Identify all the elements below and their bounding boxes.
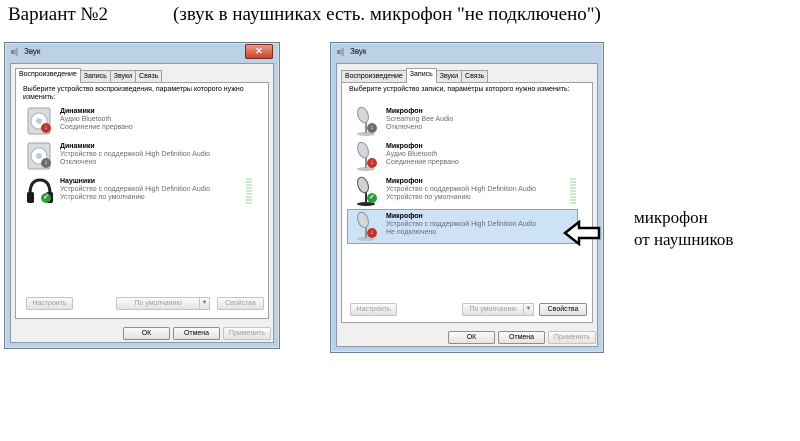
device-row[interactable]: ↓ Динамики Аудио Bluetooth Соединение пр… [22,105,254,138]
device-driver: Устройство с поддержкой High Definition … [386,221,537,228]
microphone-icon [357,176,375,206]
tab-panel: Выберите устройство воспроизведения, пар… [15,82,269,319]
device-name: Микрофон [386,213,423,220]
device-row[interactable]: ✓ Наушники Устройство с поддержкой High … [22,175,254,208]
device-driver: Аудио Bluetooth [60,116,112,123]
apply-button[interactable]: Применить [223,327,271,340]
red-disconnected-badge: ↓ [367,228,377,238]
red-disconnected-badge: ↓ [367,158,377,168]
close-button[interactable]: ✕ [245,44,273,59]
sound-dialog-playback: Звук ✕ Воспроизведение Запись Звуки Связ… [4,42,280,349]
device-name: Микрофон [386,108,423,115]
callout-line-2: от наушников [634,230,734,249]
prompt-text: Выберите устройство записи, параметры ко… [349,86,570,93]
prompt-text: Выберите устройство воспроизведения, пар… [23,86,244,101]
device-status: Отключено [386,124,423,131]
title-bar[interactable]: Звук [331,43,603,63]
tab-strip: Воспроизведение Запись Звуки Связь [341,68,489,83]
microphone-icon [357,141,375,171]
dialog-client: Воспроизведение Запись Звуки Связь Выбер… [336,63,598,347]
cancel-button[interactable]: Отмена [498,331,545,344]
microphone-icon [357,106,375,136]
device-status: Соединение прервано [386,159,459,166]
device-list[interactable]: ↓ Микрофон Screaming Bee Audio Отключено… [347,105,586,289]
properties-button[interactable]: Свойства [217,297,264,310]
green-check-badge: ✓ [41,193,51,203]
properties-button[interactable]: Свойства [539,303,587,316]
device-driver: Screaming Bee Audio [386,116,454,123]
red-disconnected-badge: ↓ [41,123,51,133]
level-meter [570,178,576,205]
device-status: Не подключено [386,229,437,236]
device-list[interactable]: ↓ Динамики Аудио Bluetooth Соединение пр… [22,105,262,285]
cancel-button[interactable]: Отмена [173,327,220,340]
window-title: Звук [24,47,41,56]
device-name: Динамики [60,108,95,115]
set-default-button[interactable]: По умолчанию [462,303,524,316]
gray-disabled-badge: ↓ [367,123,377,133]
tab-playback[interactable]: Воспроизведение [15,68,81,83]
configure-button[interactable]: Настроить [350,303,397,316]
tab-recording[interactable]: Запись [405,68,437,83]
speaker-icon [27,107,51,135]
speaker-icon [27,142,51,170]
green-check-badge: ✓ [367,193,377,203]
dialog-client: Воспроизведение Запись Звуки Связь Выбер… [10,63,274,343]
device-name: Наушники [60,178,96,185]
window-title: Звук [350,47,367,56]
device-row[interactable]: ↓ Микрофон Screaming Bee Audio Отключено [348,105,578,138]
note-heading: (звук в наушниках есть. микрофон "не под… [173,4,601,25]
gray-disabled-badge: ↓ [41,158,51,168]
apply-button[interactable]: Применить [548,331,596,344]
device-driver: Устройство с поддержкой High Definition … [60,186,211,193]
device-driver: Аудио Bluetooth [386,151,438,158]
device-status: Соединение прервано [60,124,133,131]
device-driver: Устройство с поддержкой High Definition … [60,151,211,158]
left-arrow-icon [563,220,601,246]
chevron-down-icon[interactable]: ▼ [524,303,534,316]
device-row[interactable]: ↓ Микрофон Аудио Bluetooth Соединение пр… [348,140,578,173]
configure-button[interactable]: Настроить [26,297,73,310]
tab-strip: Воспроизведение Запись Звуки Связь [15,68,163,83]
sound-dialog-recording: Звук Воспроизведение Запись Звуки Связь … [330,42,604,353]
device-status: Устройство по умолчанию [60,194,145,201]
level-meter [246,178,252,205]
device-status: Отключено [60,159,97,166]
headphones-icon [27,178,53,203]
close-icon: ✕ [255,46,263,56]
set-default-button[interactable]: По умолчанию [116,297,200,310]
ok-button[interactable]: ОК [123,327,170,340]
device-row[interactable]: ✓ Микрофон Устройство с поддержкой High … [348,175,578,208]
device-name: Микрофон [386,178,423,185]
device-row-selected[interactable]: ↓ Микрофон Устройство с поддержкой High … [347,209,578,244]
device-row[interactable]: ↓ Динамики Устройство с поддержкой High … [22,140,254,173]
device-driver: Устройство с поддержкой High Definition … [386,186,537,193]
ok-button[interactable]: ОК [448,331,495,344]
chevron-down-icon[interactable]: ▼ [200,297,210,310]
speaker-app-icon [337,47,344,57]
device-name: Динамики [60,143,95,150]
variant-heading: Вариант №2 [8,4,109,25]
title-bar[interactable]: Звук ✕ [5,43,279,63]
device-status: Устройство по умолчанию [386,194,471,201]
speaker-app-icon [11,47,18,57]
microphone-icon [357,211,375,241]
device-name: Микрофон [386,143,423,150]
callout-line-1: микрофон [634,208,708,227]
tab-panel: Выберите устройство записи, параметры ко… [341,82,593,323]
